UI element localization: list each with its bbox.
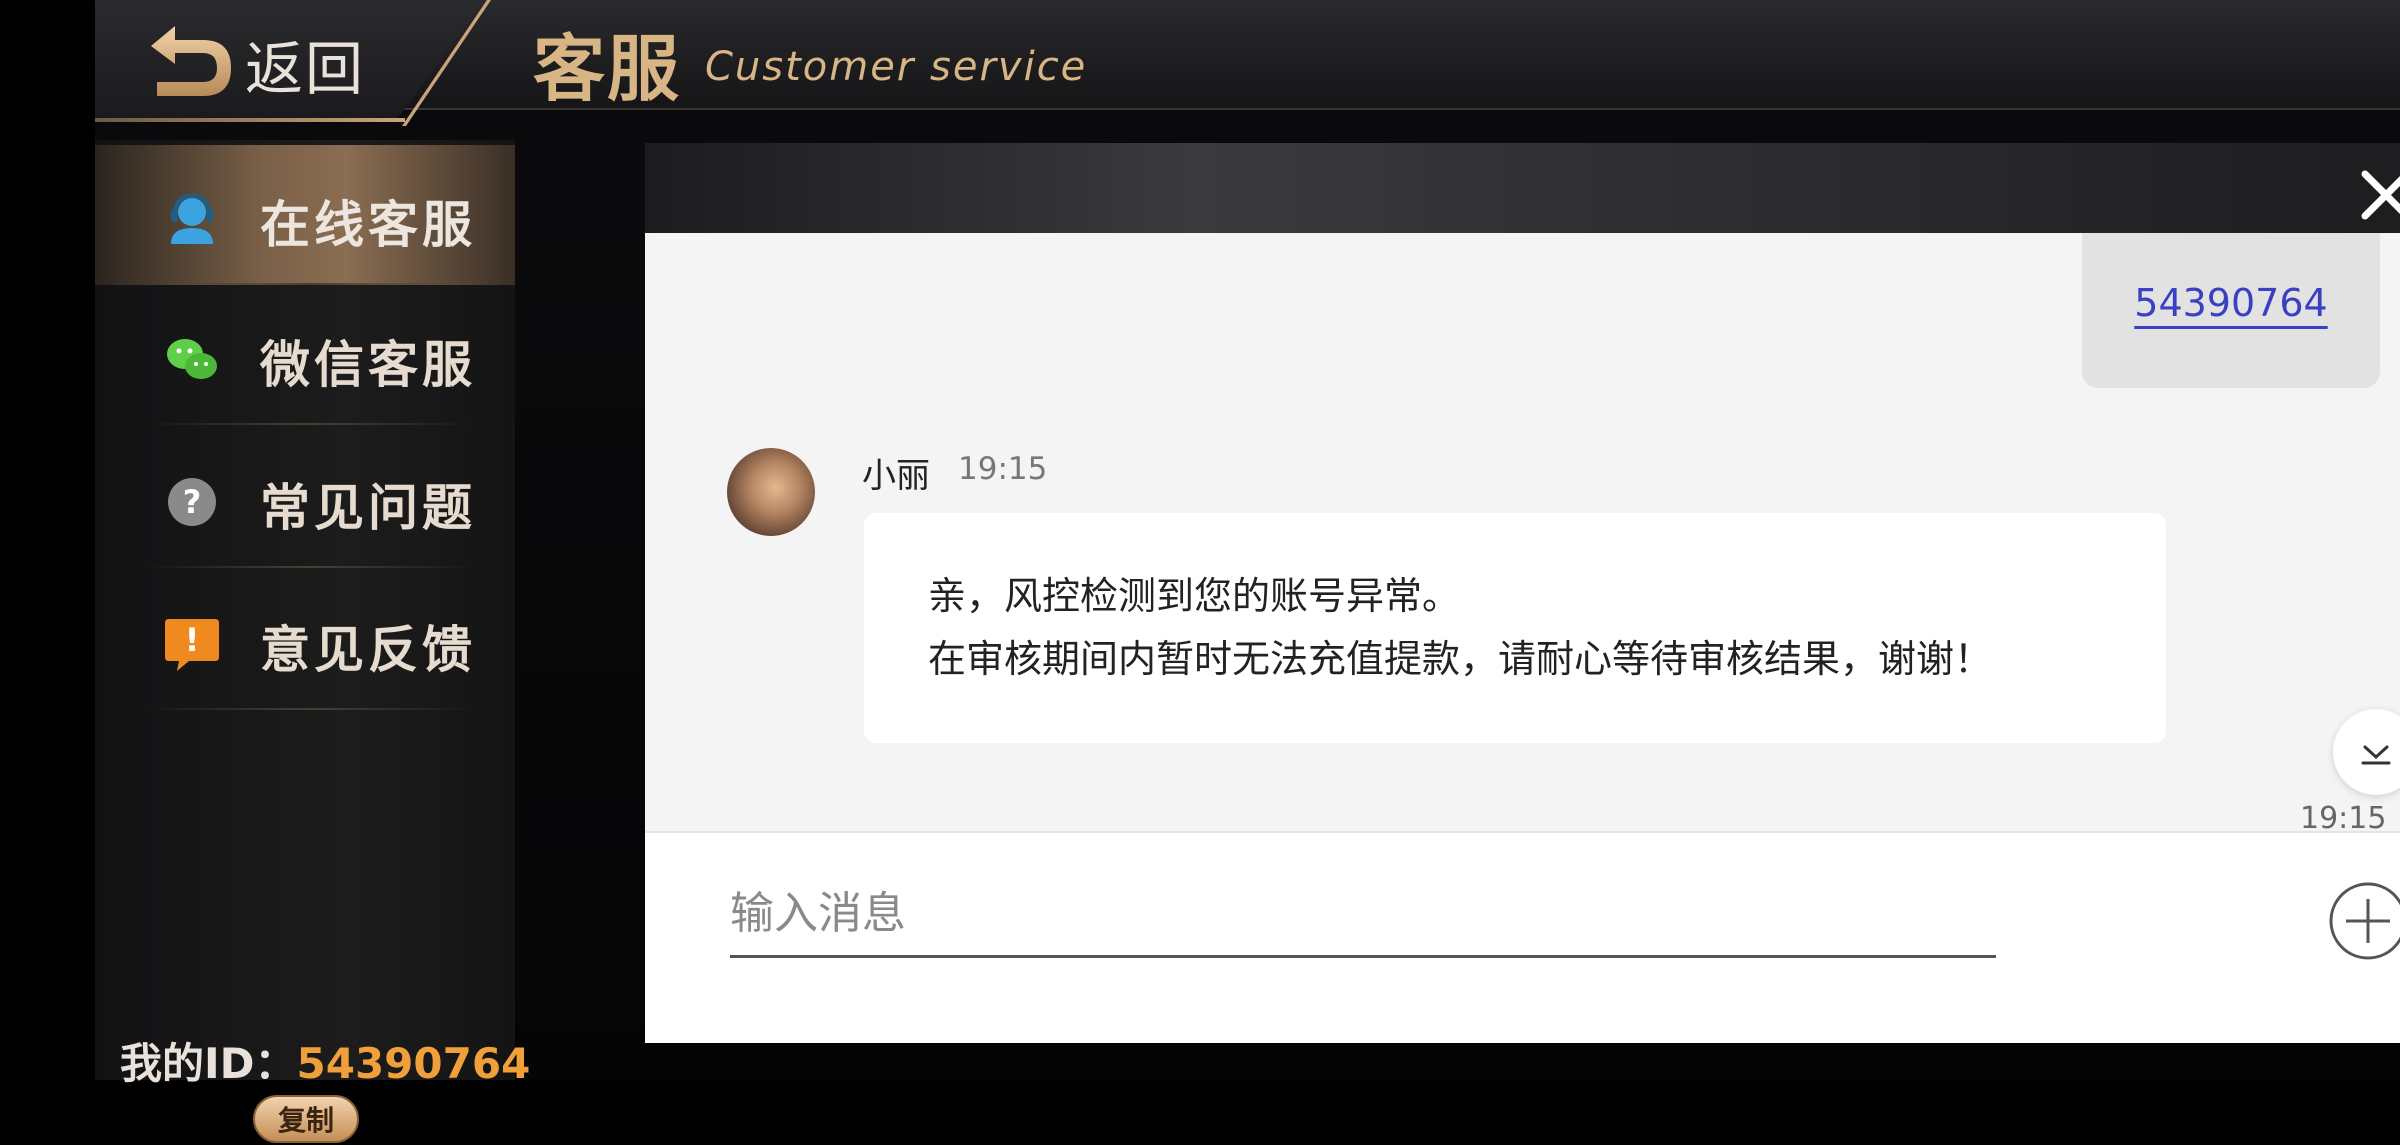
message-input[interactable]: [730, 871, 1996, 958]
agent-message-bubble: 亲，风控检测到您的账号异常。 在审核期间内暂时无法充值提款，请耐心等待审核结果，…: [864, 513, 2166, 743]
page-title: 客服: [533, 27, 682, 111]
add-attachment-icon[interactable]: [2328, 881, 2400, 961]
sidebar-item-label: 微信客服: [260, 336, 476, 394]
chat-panel: 54390764 小丽 19:15 亲，风控检测到您的账号异常。 在审核期间内暂…: [645, 143, 2400, 1043]
copy-id-button[interactable]: 复制: [253, 1095, 359, 1143]
feedback-icon: !: [165, 619, 219, 671]
wechat-icon: [167, 339, 217, 379]
menu-divider: [145, 566, 475, 568]
sidebar-item-faq[interactable]: ? 常见问题: [95, 428, 515, 568]
menu-divider: [145, 423, 475, 425]
sidebar-item-label: 意见反馈: [260, 621, 476, 679]
sidebar-item-label: 常见问题: [260, 479, 476, 537]
page-subtitle: Customer service: [705, 44, 1088, 90]
agent-message-line: 亲，风控检测到您的账号异常。: [928, 574, 1461, 618]
back-button[interactable]: 返回: [95, 0, 485, 122]
chevron-down-icon: [2361, 745, 2391, 765]
my-id-label: 我的ID：: [120, 1039, 297, 1088]
header-underline: [95, 118, 405, 122]
headset-user-icon: [171, 193, 213, 244]
sidebar-item-label: 在线客服: [260, 196, 476, 254]
sent-message-link[interactable]: 54390764: [2082, 281, 2380, 325]
scroll-to-bottom-button[interactable]: [2333, 709, 2400, 795]
menu-divider: [145, 708, 475, 710]
agent-name: 小丽: [862, 456, 930, 496]
back-arrow-icon: [151, 26, 231, 96]
sidebar-item-wechat-service[interactable]: 微信客服: [95, 285, 515, 425]
sidebar-item-feedback[interactable]: ! 意见反馈: [95, 570, 515, 710]
question-icon: ?: [168, 478, 216, 526]
chat-topbar: [645, 143, 2400, 233]
agent-message-line: 在审核期间内暂时无法充值提款，请耐心等待审核结果，谢谢！: [928, 637, 1993, 681]
app-window: 返回 客服 Customer service 在线客服 微信客服 ? 常见问题 …: [95, 0, 2400, 1143]
back-label: 返回: [245, 35, 366, 103]
my-id-row: 我的ID：54390764: [120, 1030, 530, 1091]
agent-avatar: [727, 448, 815, 536]
my-id-value: 54390764: [296, 1039, 531, 1088]
input-area: [645, 831, 2400, 1043]
top-header: 返回 客服 Customer service: [95, 0, 2400, 126]
svg-text:!: !: [185, 621, 200, 659]
close-icon[interactable]: [2359, 168, 2400, 222]
sidebar: 在线客服 微信客服 ? 常见问题 ! 意见反馈 我的ID：54390764 复制: [95, 140, 530, 1143]
message-timestamp: 19:15: [958, 451, 1048, 487]
sidebar-item-online-service[interactable]: 在线客服: [95, 145, 515, 285]
sent-message-bubble: 54390764: [2082, 233, 2380, 388]
svg-text:?: ?: [183, 483, 202, 521]
